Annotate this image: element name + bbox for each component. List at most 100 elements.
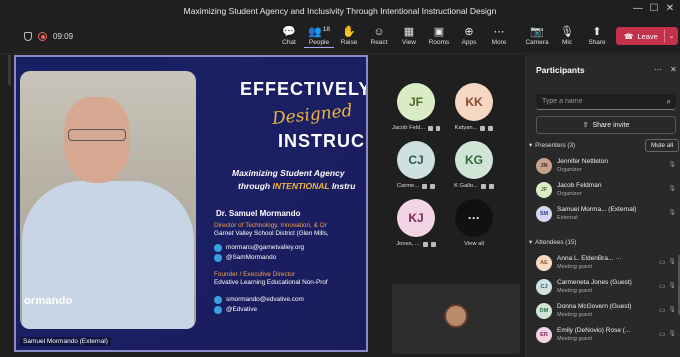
avatar: JF [397, 83, 435, 121]
toolbar-more-button[interactable]: ⋯ More [484, 25, 514, 46]
slide-handle2: @Edvative [226, 306, 257, 313]
camera-off-icon [480, 183, 486, 189]
avatar: AE [536, 255, 552, 271]
chevron-down-icon: ▾ [529, 142, 533, 149]
presenters-header-label: Presenters (3) [535, 142, 576, 149]
toolbar-mic-button[interactable]: 🎙 Mic [552, 25, 582, 46]
toolbar-label: Chat [282, 39, 296, 46]
minimize-button[interactable]: — [630, 3, 646, 14]
avatar: CJ [536, 279, 552, 295]
shared-content-stage[interactable]: ormando EFFECTIVELY Designed INSTRUC Max… [14, 55, 368, 352]
toolbar-label: Raise [340, 39, 358, 46]
toolbar-raise-button[interactable]: ✋ Raise [334, 25, 364, 46]
mute-all-button[interactable]: Mute all [645, 139, 679, 152]
camera-off-icon: ▭ [658, 283, 666, 290]
chevron-down-icon[interactable]: ⌄ [665, 32, 678, 40]
tile-name-text: Jones, ... [396, 241, 420, 247]
toolbar-label: People [304, 39, 334, 48]
toolbar-label: Share [588, 39, 606, 46]
tile-name-text: View all [464, 241, 484, 247]
participant-tile[interactable]: JF Jacob Feld... [392, 83, 440, 131]
participant-row[interactable]: ER Emily (DeNovio) Rose (... Meeting guest… [536, 325, 676, 345]
participant-row[interactable]: AE Anna L. EldenBra... ··· Meeting guest ▭ 🎙 [536, 253, 676, 273]
participant-tile-name: Jones, ... [392, 241, 440, 247]
participant-status-icons: ▭ 🎙 [659, 306, 676, 314]
subtitle-a: through [238, 181, 273, 191]
toolbar-chat-button[interactable]: 💬 Chat [274, 25, 304, 46]
participant-row[interactable]: DM Donna McGovern (Guest) Meeting guest ▭ 🎙 [536, 301, 676, 321]
avatar: JF [536, 182, 552, 198]
avatar: ··· [455, 199, 493, 237]
participant-status-icons: ▭ 🎙 [659, 258, 676, 266]
toolbar-share-button[interactable]: ⬆ Share [582, 25, 612, 46]
slide-speaker-name: Dr. Samuel Mormando [216, 209, 301, 218]
avatar: KJ [397, 199, 435, 237]
share-invite-button[interactable]: ⇪ Share invite [536, 116, 676, 134]
participant-tile-name: Jacob Feld... [392, 125, 440, 131]
participant-row[interactable]: SM Samuel Morma... (External) External 🎙 [536, 204, 676, 224]
mic-off-icon: 🎙 [668, 331, 676, 337]
mic-off-icon: 🎙 [668, 186, 676, 192]
participant-tile[interactable]: CJ Carme... [392, 141, 440, 189]
self-video-face [444, 304, 468, 328]
left-frame [0, 22, 14, 357]
toolbar-camera-button[interactable]: 📷 Camera [522, 25, 552, 46]
more-options-icon[interactable]: ⋯ [654, 65, 662, 74]
participant-search-input[interactable]: Type a name ⌕ [536, 94, 676, 110]
participant-row[interactable]: JF Jacob Feldman Organizer 🎙 [536, 180, 676, 200]
shirt-logo-text: ormando [24, 295, 73, 307]
avatar: SM [536, 206, 552, 222]
leave-button[interactable]: ☎ Leave ⌄ [616, 27, 678, 45]
toolbar-label: View [402, 39, 416, 46]
shield-icon [24, 32, 32, 41]
close-button[interactable]: ✕ [662, 3, 678, 14]
toolbar-rooms-button[interactable]: ▣ Rooms [424, 25, 454, 46]
participant-role: Meeting guest [557, 312, 593, 318]
twitter-icon [214, 306, 222, 314]
presenters-section-header[interactable]: ▾ Presenters (3) [529, 142, 575, 149]
mic-off-icon: 🎙 [668, 283, 676, 289]
participant-status-icons: 🎙 [668, 185, 676, 192]
participant-row[interactable]: JN Jennifer Nettleton Organizer 🎙 [536, 156, 676, 176]
participant-role: Meeting guest [557, 288, 593, 294]
toolbar-label: Camera [525, 39, 549, 46]
leave-label: Leave [637, 31, 658, 41]
self-video-tile[interactable] [392, 284, 520, 354]
mic-off-icon: 🎙 [668, 259, 676, 265]
avatar: KG [455, 141, 493, 179]
subtitle-c: Instru [329, 181, 356, 191]
slide-handle1: @SamMormando [226, 254, 277, 261]
toolbar-view-button[interactable]: ▦ View [394, 25, 424, 46]
participant-name: Carmeneta Jones (Guest) [557, 279, 632, 286]
maximize-button[interactable]: ☐ [646, 3, 662, 14]
participant-name: Samuel Morma... (External) [557, 206, 637, 213]
toolbar-people-button[interactable]: 👥18 People [304, 25, 334, 48]
slide-title-line2: Designed [271, 100, 354, 130]
participant-tile-name: Carme... [392, 183, 440, 189]
participant-row[interactable]: CJ Carmeneta Jones (Guest) Meeting guest ▭ 🎙 [536, 277, 676, 297]
tile-name-text: Jacob Feld... [392, 125, 426, 131]
participant-status-icons: ▭ 🎙 [659, 282, 676, 290]
slide-email2: smormando@edvative.com [226, 296, 304, 303]
leave-main[interactable]: ☎ Leave [616, 32, 664, 41]
toolbar-react-button[interactable]: ☺ React [364, 25, 394, 46]
participant-role: External [557, 215, 578, 221]
participant-tile[interactable]: KG K Gallo... [450, 141, 498, 189]
slide-title-line3: INSTRUC [278, 131, 365, 151]
toolbar-label: Apps [461, 39, 477, 46]
view-all-tile[interactable]: ··· View all [450, 199, 498, 247]
participant-tile[interactable]: KK Katyan... [450, 83, 498, 131]
mic-off-icon: 🎙 [668, 210, 676, 216]
mic-off-icon: 🎙 [560, 26, 574, 38]
toolbar-apps-button[interactable]: ⊕ Apps [454, 25, 484, 46]
participant-tile-name: K Gallo... [450, 183, 498, 189]
slide-role1: Director of Technology, Innovation, & Or [214, 222, 327, 229]
mic-off-icon [430, 241, 436, 247]
camera-off-icon [422, 241, 428, 247]
camera-off-icon [422, 183, 428, 189]
search-icon: ⌕ [666, 97, 671, 106]
participant-tile[interactable]: KJ Jones, ... [392, 199, 440, 247]
mic-off-icon [435, 125, 440, 131]
attendees-section-header[interactable]: ▾ Attendees (15) [529, 239, 576, 246]
close-panel-icon[interactable]: ✕ [670, 65, 677, 74]
